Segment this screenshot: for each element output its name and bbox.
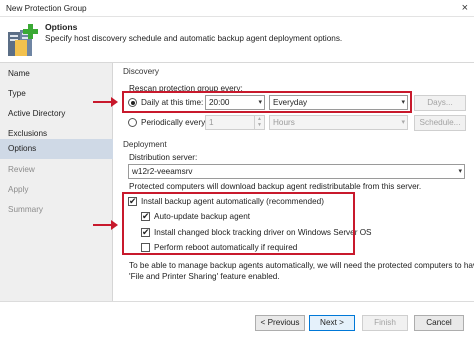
annotation-highlight-box bbox=[122, 192, 355, 255]
days-button[interactable]: Days... bbox=[414, 95, 466, 111]
page-description: Specify host discovery schedule and auto… bbox=[45, 34, 343, 43]
annotation-arrow-icon bbox=[93, 97, 118, 107]
step-summary: Summary bbox=[8, 205, 44, 214]
close-icon[interactable]: × bbox=[462, 2, 468, 14]
wizard-header: Options Specify host discovery schedule … bbox=[0, 17, 474, 63]
step-review: Review bbox=[8, 165, 35, 174]
periodic-label[interactable]: Periodically every: bbox=[141, 118, 207, 127]
annotation-highlight-box bbox=[122, 91, 412, 113]
chevron-down-icon[interactable]: ▾ bbox=[458, 165, 462, 178]
step-options[interactable]: Options bbox=[0, 139, 113, 159]
discovery-group-label: Discovery bbox=[123, 67, 159, 76]
options-panel: Discovery Rescan protection group every:… bbox=[113, 63, 474, 301]
distribution-server-label: Distribution server: bbox=[129, 153, 198, 162]
distribution-server-select[interactable]: w12r2-veeamsrv ▾ bbox=[128, 164, 465, 179]
cancel-button[interactable]: Cancel bbox=[414, 315, 464, 331]
annotation-arrow-icon bbox=[93, 220, 118, 230]
info-text-line1: To be able to manage backup agents autom… bbox=[129, 261, 474, 270]
info-text-line2: 'File and Printer Sharing' feature enabl… bbox=[129, 272, 280, 281]
step-apply: Apply bbox=[8, 185, 29, 194]
deployment-group-label: Deployment bbox=[123, 140, 167, 149]
step-active-directory[interactable]: Active Directory bbox=[0, 104, 113, 124]
periodic-unit-select[interactable]: Hours ▾ bbox=[269, 115, 408, 130]
wizard-steps-sidebar: Name Type Active Directory Exclusions Cr… bbox=[0, 63, 113, 301]
stepper-arrows-icon[interactable]: ▲ ▼ bbox=[254, 116, 264, 129]
protection-group-icon bbox=[8, 24, 38, 56]
chevron-down-icon[interactable]: ▾ bbox=[401, 116, 405, 129]
page-title: Options bbox=[45, 22, 78, 32]
distribution-server-value: w12r2-veeamsrv bbox=[132, 167, 193, 176]
next-button[interactable]: Next > bbox=[309, 315, 355, 331]
periodic-value-stepper[interactable]: 1 ▲ ▼ bbox=[205, 115, 265, 130]
distribution-server-note: Protected computers will download backup… bbox=[129, 182, 422, 191]
window-title: New Protection Group bbox=[6, 4, 87, 13]
wizard-footer: < Previous Next > Finish Cancel bbox=[0, 301, 474, 337]
schedule-button[interactable]: Schedule... bbox=[414, 115, 466, 131]
periodic-radio[interactable] bbox=[128, 118, 137, 127]
periodic-unit-value: Hours bbox=[273, 118, 295, 127]
title-bar: New Protection Group × bbox=[0, 0, 474, 17]
step-name[interactable]: Name bbox=[0, 64, 113, 84]
finish-button[interactable]: Finish bbox=[362, 315, 408, 331]
periodic-value: 1 bbox=[209, 118, 214, 127]
previous-button[interactable]: < Previous bbox=[255, 315, 305, 331]
